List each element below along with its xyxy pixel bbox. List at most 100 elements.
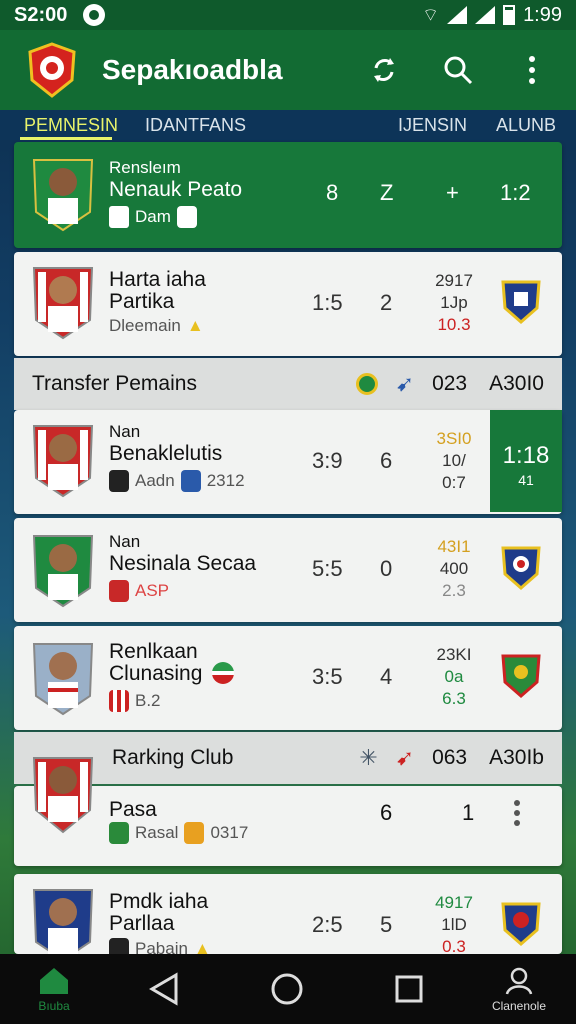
app-title: Sepakıoadbla xyxy=(102,54,283,85)
player-name-line2: Parllaa xyxy=(109,912,175,935)
player-meta-label: Dam xyxy=(135,207,171,226)
player-name-line2: Partika xyxy=(109,290,175,313)
player-avatar xyxy=(32,643,94,716)
nav-home[interactable]: Bıuba xyxy=(30,966,78,1013)
section-value-2: A30Ib xyxy=(489,746,544,769)
player-stats-col: 4917 1lD 0.3 xyxy=(424,892,484,954)
highlight-score-box: 1:18 41 xyxy=(490,410,562,512)
stat-value-3: 6.3 xyxy=(442,689,466,708)
signal-icon xyxy=(447,6,468,24)
player-count: 6 xyxy=(380,800,393,825)
player-name-line1: Renlkaan xyxy=(109,640,198,663)
stat-value-2: 0a xyxy=(444,667,464,686)
section-header-ranking: Rarking Club ✳ ➹ 063 A30Ib xyxy=(14,732,562,784)
profile-icon xyxy=(505,967,533,995)
section-value-1: 023 xyxy=(432,372,468,395)
home-icon xyxy=(40,968,68,994)
player-count: 5 xyxy=(380,912,393,937)
section-value-1: 063 xyxy=(432,746,468,769)
player-meta-label: ASP xyxy=(135,581,170,600)
player-row[interactable]: Nan Benaklelutis Aadn 2312 3:9 6 3SI0 10… xyxy=(14,410,562,514)
player-row[interactable]: Pmdk iaha Parllaa Pabain ▲ 2:5 5 4917 1l… xyxy=(14,874,562,954)
club-badge-icon xyxy=(212,662,234,684)
player-count: 0 xyxy=(380,556,393,581)
player-avatar xyxy=(32,757,94,834)
player-meta: B.2 xyxy=(109,690,161,712)
more-options-icon[interactable] xyxy=(512,798,522,833)
section-value-2: A30I0 xyxy=(489,372,544,395)
featured-player-card[interactable]: Rensleım Nenauk Peato Dam 8 Z + 1:2 xyxy=(14,142,562,248)
tab-idantfans[interactable]: IDANTFANS xyxy=(145,115,246,136)
shield-icon xyxy=(180,470,201,492)
player-meta-value: 2312 xyxy=(206,471,245,490)
tab-ijensin[interactable]: IJENSIN xyxy=(398,115,467,136)
player-count: 6 xyxy=(380,448,393,473)
stat-value-3: 0:7 xyxy=(442,473,466,492)
player-avatar xyxy=(32,535,94,608)
warning-icon: ▲ xyxy=(193,939,211,954)
club-badge-icon xyxy=(501,902,541,946)
shield-icon xyxy=(176,206,197,228)
stat-value-1: 4917 xyxy=(435,893,473,912)
player-name-line2: Clunasing xyxy=(109,662,203,685)
refresh-icon[interactable] xyxy=(366,52,402,88)
player-stats-col: 2917 1Jp 10.3 xyxy=(424,270,484,336)
section-header-transfers: Transfer Pemains ➹ 023 A30I0 xyxy=(14,358,562,410)
player-avatar xyxy=(32,159,94,232)
club-badge-icon xyxy=(501,546,541,590)
badge-icon xyxy=(355,373,378,395)
club-badge-icon xyxy=(109,206,129,228)
nav-profile[interactable]: Clanenole xyxy=(484,966,554,1013)
back-icon[interactable] xyxy=(148,972,180,1006)
stat-value-1: 43I1 xyxy=(437,537,471,556)
arrow-icon: ➹ xyxy=(395,745,415,770)
player-meta-label: B.2 xyxy=(135,691,161,710)
stat-value-3: 10.3 xyxy=(437,315,471,334)
tab-alunb[interactable]: ALUNB xyxy=(496,115,556,136)
more-options-icon[interactable] xyxy=(514,52,550,88)
tab-pemnesin[interactable]: PEMNESIN xyxy=(24,115,118,136)
player-name: Pasa xyxy=(109,798,157,821)
player-name: Nesinala Secaa xyxy=(109,552,257,575)
player-meta: Rasal 0317 xyxy=(109,822,248,844)
stat-value-2: 1Jp xyxy=(440,293,468,312)
stat-value-3: 2.3 xyxy=(442,581,466,600)
player-stats-col: 23KI 0a 6.3 xyxy=(424,644,484,710)
stat-value-3: 0.3 xyxy=(442,937,466,954)
player-meta-label: Pabain xyxy=(135,939,188,954)
player-count: 2 xyxy=(380,290,393,315)
player-row[interactable]: Nan Nesinala Secaa ASP 5:5 0 43I1 400 2.… xyxy=(14,518,562,622)
app-bar: Sepakıoadbla xyxy=(0,30,576,110)
player-stats-col: 3SI0 10/ 0:7 xyxy=(424,428,484,494)
player-count: 4 xyxy=(380,664,393,689)
highlight-sub: 41 xyxy=(518,472,534,488)
player-meta: ASP xyxy=(109,580,169,602)
shield-icon xyxy=(184,822,205,844)
search-icon[interactable] xyxy=(440,52,476,88)
nav-home-label: Bıuba xyxy=(38,999,70,1013)
stat-value-1: 2917 xyxy=(435,271,473,290)
recents-icon[interactable] xyxy=(394,974,424,1004)
stat-value-1: 23KI xyxy=(436,645,472,664)
stat-3: + xyxy=(446,180,459,205)
club-badge-icon xyxy=(109,580,129,602)
player-avatar xyxy=(32,267,94,340)
player-row[interactable]: Renlkaan Clunasing B.2 3:5 4 23KI 0a 6.3 xyxy=(14,626,562,730)
player-row[interactable]: Harta iaha Partika Dleemain ▲ 1:5 2 2917… xyxy=(14,252,562,356)
stat-4: 1:2 xyxy=(500,180,531,205)
tab-indicator xyxy=(20,137,112,140)
player-meta-label: Rasal xyxy=(135,823,179,842)
player-name: Benaklelutis xyxy=(109,442,223,465)
player-row[interactable]: Pasa Rasal 0317 6 1 xyxy=(14,786,562,866)
player-meta: Aadn 2312 xyxy=(109,470,245,492)
status-right-time: 1:99 xyxy=(523,3,562,26)
player-meta: Dam xyxy=(109,206,197,228)
stat-value-1: 3SI0 xyxy=(436,429,472,448)
player-first-name: Nan xyxy=(109,422,141,441)
system-nav-bar: Bıuba Clanenole xyxy=(0,954,576,1024)
home-circle-icon[interactable] xyxy=(270,972,304,1006)
tab-bar: PEMNESIN IDANTFANS IJENSIN ALUNB xyxy=(0,110,576,140)
club-badge-icon xyxy=(109,470,129,492)
player-stats-col: 43I1 400 2.3 xyxy=(424,536,484,602)
shield-icon xyxy=(109,690,129,712)
